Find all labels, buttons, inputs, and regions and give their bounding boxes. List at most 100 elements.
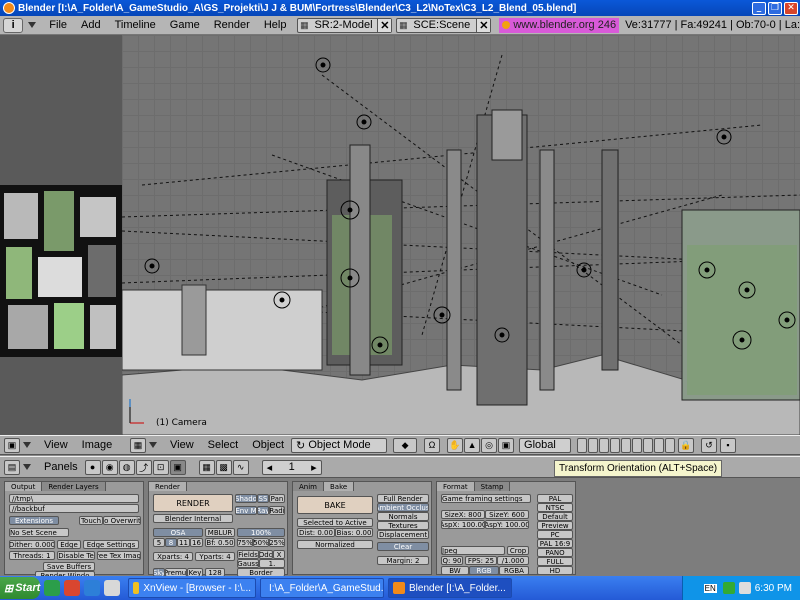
image-window-type-icon[interactable]: ▣ (4, 437, 20, 453)
file-format-selector[interactable]: Jpeg (441, 546, 505, 555)
bf-field[interactable]: Bf: 0.50 (205, 538, 235, 547)
layer-buttons[interactable] (577, 437, 676, 453)
rgb-toggle[interactable]: RGB (469, 566, 499, 575)
delete-screen-button[interactable]: ✕ (377, 18, 392, 32)
menu-add[interactable]: Add (74, 19, 108, 31)
osa-8-button[interactable]: 8 (165, 538, 177, 547)
delete-scene-button[interactable]: ✕ (476, 18, 491, 32)
output-path-field[interactable]: //tmp\ (9, 494, 139, 503)
image-collapse-icon[interactable] (23, 442, 31, 448)
size-75-button[interactable]: 75% (237, 538, 253, 547)
odd-toggle[interactable]: Odd (259, 550, 273, 559)
object-context-icon[interactable]: ⤴ (135, 459, 152, 475)
shadow-toggle[interactable]: Shado (235, 494, 257, 503)
render-engine-selector[interactable]: Blender Internal (153, 514, 233, 523)
scene-browse-icon[interactable]: ▦ (397, 19, 409, 32)
3d-menu-object[interactable]: Object (245, 439, 291, 451)
frame-next-icon[interactable]: ▸ (311, 461, 317, 474)
3d-menu-select[interactable]: Select (201, 439, 246, 451)
buttons-window-type-icon[interactable]: ▤ (4, 459, 20, 475)
osa-16-button[interactable]: 16 (190, 538, 203, 547)
quicklaunch-app-icon[interactable] (44, 580, 60, 596)
bake-mode-full-render[interactable]: Full Render (377, 494, 429, 503)
preset-pal-16-9[interactable]: PAL 16:9 (537, 539, 573, 548)
size-25-button[interactable]: 25% (269, 538, 285, 547)
edge-toggle[interactable]: Edge (57, 540, 81, 549)
collapse-menus-icon[interactable] (28, 22, 37, 28)
frame-number-field[interactable]: ◂ 1 ▸ (261, 459, 322, 475)
size-50-button[interactable]: 50% (253, 538, 269, 547)
3d-collapse-icon[interactable] (149, 442, 157, 448)
layer-button[interactable] (577, 437, 588, 453)
crop-toggle[interactable]: Crop (507, 546, 529, 555)
free-tex-image-toggle[interactable]: Free Tex Image (97, 551, 141, 560)
quicklaunch-chrome-icon[interactable] (64, 580, 80, 596)
task-blender[interactable]: Blender [I:\A_Folder... (388, 578, 512, 598)
preset-default[interactable]: Default (537, 512, 573, 521)
bake-mode-normals[interactable]: Normals (377, 512, 429, 521)
size-100-button[interactable]: 100% (237, 528, 285, 537)
backbuf-path-field[interactable]: //backbuf (9, 504, 139, 513)
x-toggle[interactable]: X (273, 550, 285, 559)
game-framing-button[interactable]: Game framing settings (441, 494, 531, 503)
extensions-toggle[interactable]: Extensions (9, 516, 59, 525)
envmap-toggle[interactable]: Env M (235, 506, 257, 515)
pivot-icon[interactable]: Ω (424, 437, 441, 453)
normalized-toggle[interactable]: Normalized (297, 540, 373, 549)
margin-field[interactable]: Margin: 2 (377, 556, 429, 565)
sizey-field[interactable]: SizeY: 600 (485, 510, 529, 519)
save-buffers-toggle[interactable]: Save Buffers (43, 562, 95, 571)
scale-manipulator-icon[interactable]: ▣ (498, 437, 515, 453)
task-xnview[interactable]: XnView - [Browser - I:\... (128, 578, 256, 598)
disable-tex-toggle[interactable]: Disable Te (57, 551, 95, 560)
close-button[interactable]: ✕ (784, 1, 798, 15)
bake-mode-displacement[interactable]: Displacement (377, 530, 429, 539)
3d-window-type-icon[interactable]: ▦ (130, 437, 146, 453)
osa-5-button[interactable]: 5 (153, 538, 165, 547)
tab-format[interactable]: Format (437, 482, 475, 491)
quality-field[interactable]: Q: 90 (441, 556, 463, 565)
screen-browse-icon[interactable]: ▦ (298, 19, 310, 32)
ss-toggle[interactable]: SS (257, 494, 269, 503)
pano-toggle[interactable]: Pan (269, 494, 285, 503)
3d-menu-view[interactable]: View (163, 439, 201, 451)
image-menu-image[interactable]: Image (75, 439, 120, 451)
aspx-field[interactable]: AspX: 100.00 (441, 520, 485, 529)
touch-toggle[interactable]: Touch (79, 516, 103, 525)
transform-orientation-selector[interactable]: Global (519, 437, 572, 453)
minimize-button[interactable]: _ (752, 1, 766, 15)
buttons-collapse-icon[interactable] (23, 464, 31, 470)
xparts-field[interactable]: Xparts: 4 (153, 552, 193, 561)
language-indicator[interactable]: EN (703, 583, 717, 593)
threads-field[interactable]: Threads: 1 (9, 551, 55, 560)
yparts-field[interactable]: Yparts: 4 (195, 552, 235, 561)
blender-url-link[interactable]: www.blender.org 246 (499, 17, 620, 33)
image-editor[interactable] (0, 35, 122, 435)
layer-button[interactable] (588, 437, 599, 453)
editing-context-icon[interactable]: ⊡ (152, 459, 169, 475)
aspy-field[interactable]: AspY: 100.00 (485, 520, 529, 529)
translate-manipulator-icon[interactable]: ▲ (464, 437, 481, 453)
layer-button[interactable] (643, 437, 654, 453)
preset-pc[interactable]: PC (537, 530, 573, 539)
menu-timeline[interactable]: Timeline (108, 19, 163, 31)
image-menu-view[interactable]: View (37, 439, 75, 451)
tray-network-icon[interactable] (722, 582, 735, 594)
rgba-toggle[interactable]: RGBA (499, 566, 529, 575)
render-opengl-icon[interactable]: ▪ (720, 437, 737, 453)
screen-selector[interactable]: ▦ SR:2-Model ✕ (297, 17, 393, 33)
mblur-toggle[interactable]: MBLUR (205, 528, 235, 537)
script-context-icon[interactable]: ◉ (101, 459, 118, 475)
bake-bias-field[interactable]: Bias: 0.00 (335, 528, 373, 537)
bake-mode-textures[interactable]: Textures (377, 521, 429, 530)
clock[interactable]: 6:30 PM (755, 583, 792, 594)
preset-ntsc[interactable]: NTSC (537, 503, 573, 512)
fps-field[interactable]: FPS: 25 (465, 556, 497, 565)
quicklaunch-show-desktop-icon[interactable] (104, 580, 120, 596)
tab-bake[interactable]: Bake (324, 482, 355, 491)
clear-toggle[interactable]: Clear (377, 542, 429, 551)
sizex-field[interactable]: SizeX: 800 (441, 510, 485, 519)
fps-divisor-field[interactable]: /1.000 (497, 556, 529, 565)
tab-stamp[interactable]: Stamp (474, 482, 511, 491)
edge-settings-button[interactable]: Edge Settings (83, 540, 139, 549)
